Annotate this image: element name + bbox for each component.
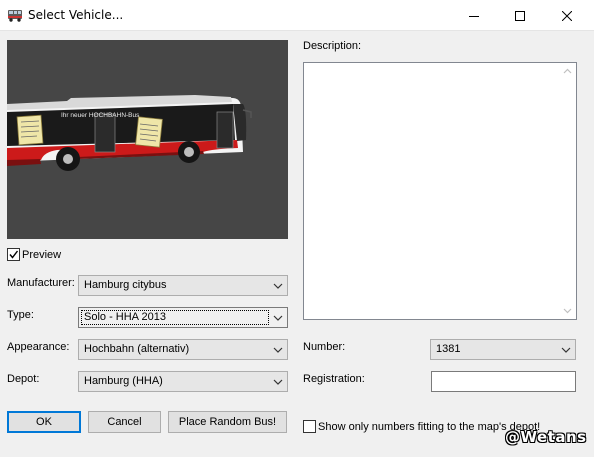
title-bar[interactable]: Select Vehicle... [0, 0, 594, 31]
description-label: Description: [303, 40, 362, 52]
chevron-down-icon [561, 347, 571, 353]
registration-input[interactable] [431, 371, 576, 392]
bus-side-text: Ihr neuer HOCHBAHN-Bus [61, 112, 140, 119]
watermark: @Wetans [505, 428, 587, 446]
description-textarea[interactable] [303, 62, 577, 320]
preview-label: Preview [22, 249, 62, 261]
maximize-icon [515, 10, 525, 21]
minimize-icon [469, 15, 479, 17]
appearance-value: Hochbahn (alternativ) [84, 343, 190, 355]
depot-value: Hamburg (HHA) [84, 375, 163, 387]
depot-filter-checkbox[interactable] [303, 420, 316, 433]
chevron-down-icon [273, 315, 283, 321]
depot-dropdown[interactable]: Hamburg (HHA) [78, 371, 288, 392]
checkmark-icon [9, 250, 19, 259]
scroll-down-button[interactable] [559, 302, 576, 319]
vertical-scrollbar[interactable] [559, 63, 576, 319]
chevron-down-icon [273, 283, 283, 289]
depot-label: Depot: [7, 373, 40, 385]
manufacturer-dropdown[interactable]: Hamburg citybus [78, 275, 288, 296]
close-icon [562, 10, 572, 21]
number-value: 1381 [436, 343, 461, 355]
manufacturer-value: Hamburg citybus [84, 279, 167, 291]
place-random-bus-button[interactable]: Place Random Bus! [168, 411, 287, 433]
minimize-button[interactable] [451, 0, 497, 31]
appearance-label: Appearance: [7, 341, 70, 353]
bus-icon [7, 7, 23, 23]
chevron-up-icon [563, 68, 572, 74]
type-value: Solo - HHA 2013 [84, 311, 166, 323]
registration-label: Registration: [303, 373, 365, 385]
cancel-button[interactable]: Cancel [88, 411, 161, 433]
appearance-dropdown[interactable]: Hochbahn (alternativ) [78, 339, 288, 360]
chevron-down-icon [273, 347, 283, 353]
type-label: Type: [7, 309, 34, 321]
preview-checkbox[interactable] [7, 248, 20, 261]
vehicle-preview: Ihr neuer HOCHBAHN-Bus [7, 40, 288, 239]
window-title: Select Vehicle... [28, 8, 124, 22]
number-label: Number: [303, 341, 346, 353]
manufacturer-label: Manufacturer: [7, 277, 75, 289]
type-dropdown[interactable]: Solo - HHA 2013 [78, 307, 288, 328]
chevron-down-icon [273, 379, 283, 385]
chevron-down-icon [563, 308, 572, 314]
ok-button[interactable]: OK [7, 411, 81, 433]
number-dropdown[interactable]: 1381 [430, 339, 576, 360]
bus-image: Ihr neuer HOCHBAHN-Bus [7, 95, 252, 171]
maximize-button[interactable] [497, 0, 543, 31]
scroll-up-button[interactable] [559, 63, 576, 80]
close-button[interactable] [544, 0, 590, 31]
